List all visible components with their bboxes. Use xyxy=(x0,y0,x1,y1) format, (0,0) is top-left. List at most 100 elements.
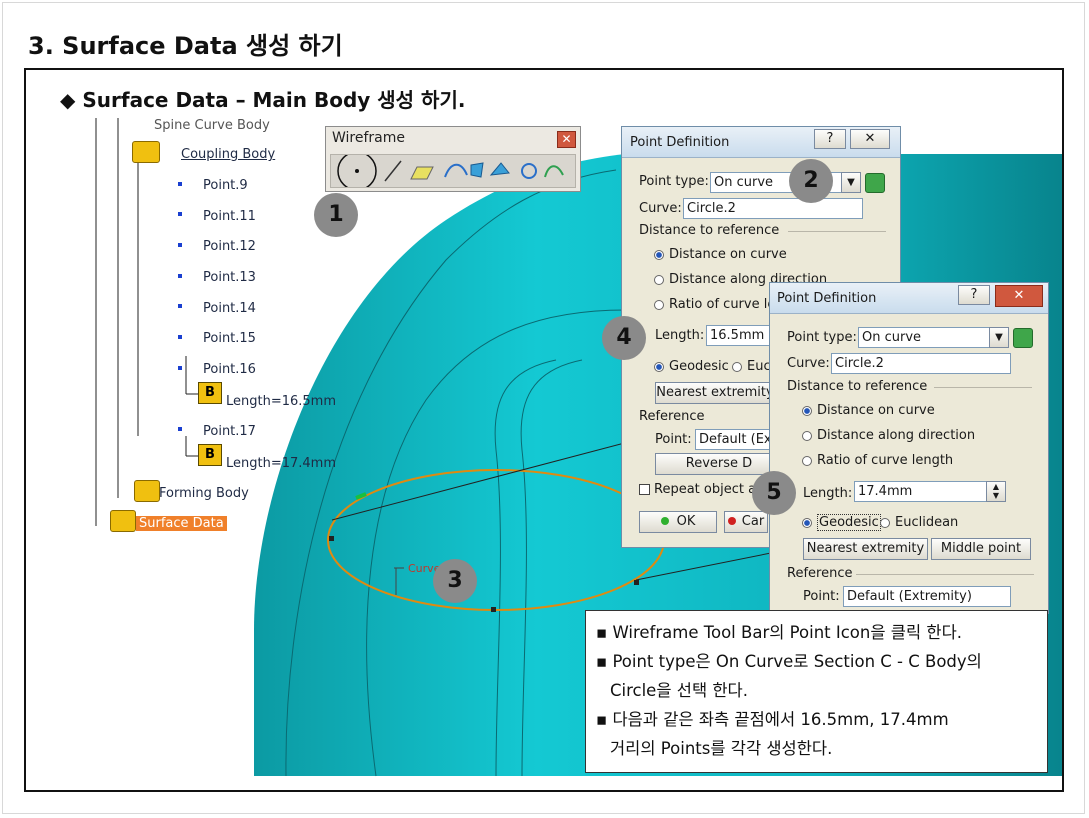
radio-label: Euclidean xyxy=(895,515,959,530)
tree-item-point[interactable]: Point.12 xyxy=(203,239,256,254)
curve-label: Curve: xyxy=(787,356,830,371)
divider xyxy=(788,231,886,232)
radio-icon xyxy=(802,430,812,441)
nearest-extremity-button[interactable]: Nearest extremity xyxy=(803,538,928,560)
point-type-select[interactable]: On curve xyxy=(710,172,860,193)
point-type-label: Point type: xyxy=(639,174,709,189)
wireframe-toolbar[interactable]: Wireframe ✕ xyxy=(325,126,581,192)
chevron-down-icon[interactable]: ▼ xyxy=(989,327,1009,348)
radio-geodesic[interactable]: Geodesic xyxy=(654,359,729,374)
radio-distance-along-direction[interactable]: Distance along direction xyxy=(802,428,975,443)
point-type-select[interactable]: On curve xyxy=(858,327,1008,348)
ok-icon xyxy=(660,517,669,525)
reference-point-field[interactable]: Default (Extremity) xyxy=(843,586,1011,607)
note-text: Wireframe Tool Bar의 Point Icon을 클릭 한다. xyxy=(612,623,962,642)
note-line: 거리의 Points를 각각 생성한다. xyxy=(610,739,833,758)
step-badge-1: 1 xyxy=(314,193,358,237)
note-line: ▪ Wireframe Tool Bar의 Point Icon을 클릭 한다. xyxy=(596,618,1047,647)
length-field[interactable]: 17.4mm xyxy=(854,481,988,502)
radio-label: Distance on curve xyxy=(669,247,787,262)
radio-icon xyxy=(654,249,664,260)
point-icon xyxy=(178,274,182,278)
step-badge-3: 3 xyxy=(433,559,477,603)
middle-point-button[interactable]: Middle point xyxy=(931,538,1031,560)
projection-icon[interactable] xyxy=(441,157,467,187)
tree-item-point[interactable]: Point.9 xyxy=(203,178,248,193)
tree-item-point[interactable]: Point.16 xyxy=(203,362,256,377)
step-badge-5: 5 xyxy=(752,471,796,515)
radio-label: Distance along direction xyxy=(817,428,976,443)
reference-header: Reference xyxy=(787,566,853,581)
radio-ratio[interactable]: Ratio of curve le xyxy=(654,297,775,312)
help-button[interactable]: ? xyxy=(814,129,846,149)
radio-euclidean[interactable]: Euclidean xyxy=(880,515,958,530)
tree-item-spine[interactable]: Spine Curve Body xyxy=(154,118,270,133)
tree-item-length[interactable]: Length=17.4mm xyxy=(226,456,336,471)
radio-distance-on-curve[interactable]: Distance on curve xyxy=(802,403,935,418)
offset-icon[interactable] xyxy=(489,157,513,187)
ok-button[interactable]: OK xyxy=(639,511,717,533)
nearest-extremity-button[interactable]: Nearest extremity xyxy=(655,382,775,404)
point-type-label: Point type: xyxy=(787,330,857,345)
tree-item-forming-body[interactable]: Forming Body xyxy=(159,486,249,501)
stack-icon[interactable] xyxy=(865,173,885,193)
point-label: Point: xyxy=(655,432,692,447)
length-spinner[interactable]: ▲ ▼ xyxy=(986,481,1006,502)
plane-icon[interactable] xyxy=(408,157,436,187)
tree-item-point[interactable]: Point.14 xyxy=(203,301,256,316)
radio-geodesic[interactable]: Geodesic xyxy=(802,514,881,531)
radio-label: Ratio of curve le xyxy=(669,297,776,312)
stack-icon[interactable] xyxy=(1013,328,1033,348)
curve-field[interactable]: Circle.2 xyxy=(683,198,863,219)
divider xyxy=(856,574,1034,575)
intersection-icon[interactable] xyxy=(468,157,486,187)
close-button[interactable]: ✕ xyxy=(995,285,1043,307)
bullet-icon: ▪ xyxy=(596,623,608,642)
parameter-icon: B xyxy=(198,444,222,466)
note-text: 다음과 같은 좌측 끝점에서 16.5mm, 17.4mm xyxy=(612,710,949,729)
note-line: Circle을 선택 한다. xyxy=(610,681,748,700)
point-definition-dialog-2[interactable]: Point Definition ? ✕ Point type: On curv… xyxy=(769,282,1049,614)
radio-icon xyxy=(654,361,664,372)
note-text: Point type은 On Curve로 Section C - C Body… xyxy=(612,652,982,671)
tree-item-point[interactable]: Point.17 xyxy=(203,424,256,439)
distance-header: Distance to reference xyxy=(639,223,780,238)
help-button[interactable]: ? xyxy=(958,285,990,305)
body-icon xyxy=(110,510,136,532)
tree-item-coupling-body[interactable]: Coupling Body xyxy=(181,147,275,162)
point-icon xyxy=(178,243,182,247)
toolbar-title: Wireframe xyxy=(332,130,406,146)
diamond-bullet: ◆ xyxy=(60,88,76,112)
curve-label: Curve: xyxy=(639,201,682,216)
point-icon[interactable] xyxy=(340,157,376,187)
chevron-down-icon[interactable]: ▼ xyxy=(841,172,861,193)
tree-item-surface-data[interactable]: Surface Data xyxy=(136,516,227,531)
length-label: Length: xyxy=(655,328,705,343)
radio-ratio-of-curve-length[interactable]: Ratio of curve length xyxy=(802,453,953,468)
radio-euclidean[interactable]: Euc xyxy=(732,359,771,374)
radio-label: Distance on curve xyxy=(817,403,935,418)
reference-header: Reference xyxy=(639,409,705,424)
point-icon xyxy=(178,212,182,216)
distance-header: Distance to reference xyxy=(787,379,928,394)
cancel-button[interactable]: Car xyxy=(724,511,768,533)
instruction-notes: ▪ Wireframe Tool Bar의 Point Icon을 클릭 한다.… xyxy=(585,610,1048,773)
radio-icon xyxy=(654,299,664,310)
spline-icon[interactable] xyxy=(543,157,569,187)
repeat-checkbox[interactable]: Repeat object af xyxy=(639,482,761,497)
reverse-direction-button[interactable]: Reverse D xyxy=(655,453,783,475)
line-icon[interactable] xyxy=(379,157,405,187)
radio-distance-on-curve[interactable]: Distance on curve xyxy=(654,247,787,262)
circle-icon[interactable] xyxy=(519,157,541,187)
cancel-label: Car xyxy=(741,514,765,529)
curve-field[interactable]: Circle.2 xyxy=(831,353,1011,374)
tree-item-point[interactable]: Point.15 xyxy=(203,331,256,346)
radio-label: Geodesic xyxy=(817,514,881,531)
tree-item-point[interactable]: Point.13 xyxy=(203,270,256,285)
tree-item-point[interactable]: Point.11 xyxy=(203,209,256,224)
close-icon[interactable]: ✕ xyxy=(557,131,576,148)
ok-label: OK xyxy=(676,514,696,529)
radio-label: Geodesic xyxy=(669,359,729,374)
close-button[interactable]: ✕ xyxy=(850,129,890,149)
tree-item-length[interactable]: Length=16.5mm xyxy=(226,394,336,409)
